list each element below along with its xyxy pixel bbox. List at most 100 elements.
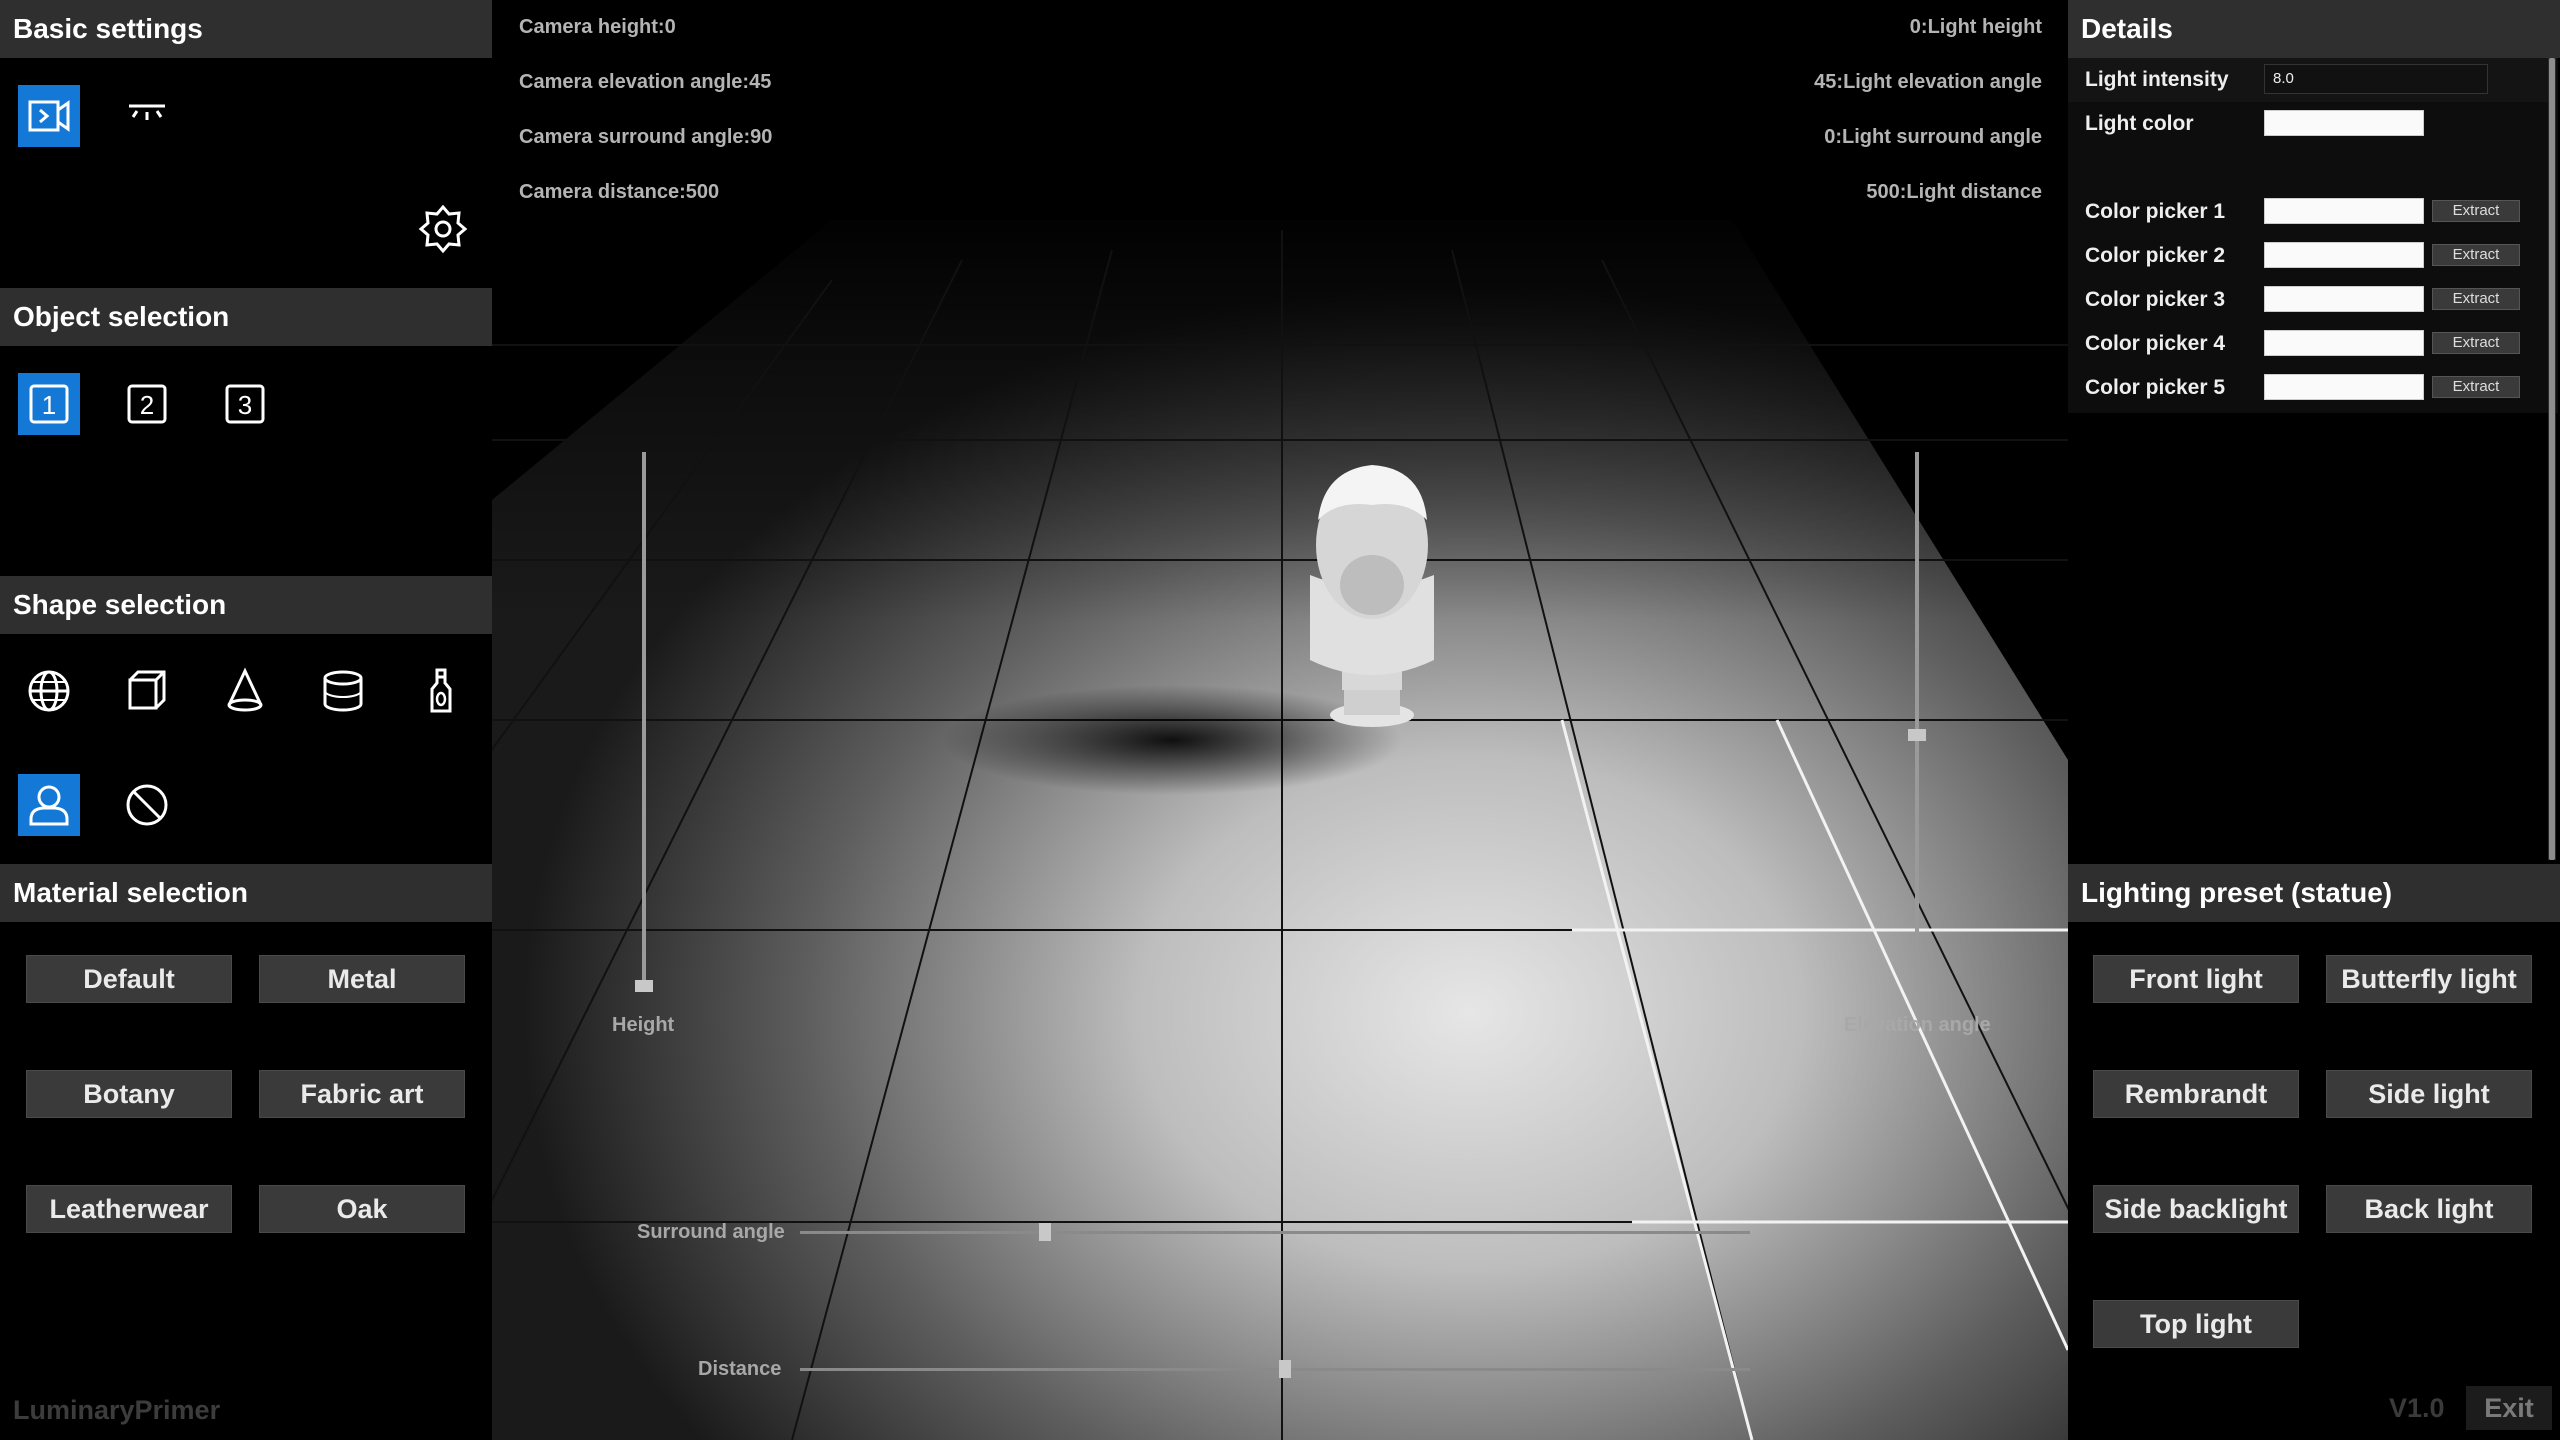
material-default-button[interactable]: Default <box>26 955 232 1003</box>
color-picker-3-extract-button[interactable]: Extract <box>2432 288 2520 310</box>
cube-icon <box>128 670 166 710</box>
left-panel: Basic settings Object selection 1 2 3 Sh… <box>0 0 492 1440</box>
height-slider-label: Height <box>612 1014 675 1036</box>
right-panel: Details Light intensity 8.0 Light color … <box>2068 0 2560 1440</box>
shape-none-button[interactable] <box>116 774 178 836</box>
light-surround-readout: 0:Light surround angle <box>1824 126 2042 148</box>
color-picker-5-swatch[interactable] <box>2264 374 2424 400</box>
distance-slider-label: Distance <box>698 1358 782 1380</box>
light-intensity-label: Light intensity <box>2085 68 2229 91</box>
preset-back-light-button[interactable]: Back light <box>2326 1185 2532 1233</box>
details-scrollbar-thumb[interactable] <box>2549 58 2555 860</box>
object-1-button[interactable]: 1 <box>18 373 80 435</box>
color-picker-row: Color picker 1 Extract <box>2068 190 2548 234</box>
brand-name: LuminaryPrimer <box>13 1395 221 1425</box>
preset-side-light-button[interactable]: Side light <box>2326 1070 2532 1118</box>
3d-viewport[interactable]: Camera height:0 Camera elevation angle:4… <box>492 0 2068 1440</box>
color-picker-4-label: Color picker 4 <box>2085 332 2226 355</box>
shape-bottle-button[interactable] <box>410 660 472 722</box>
light-color-row: Light color <box>2068 102 2548 146</box>
light-intensity-row: Light intensity 8.0 <box>2068 58 2548 102</box>
color-picker-5-label: Color picker 5 <box>2085 376 2226 399</box>
preset-rembrandt-button[interactable]: Rembrandt <box>2093 1070 2299 1118</box>
shape-sphere-button[interactable] <box>18 660 80 722</box>
light-mode-button[interactable] <box>116 85 178 147</box>
height-slider-track[interactable] <box>642 452 646 992</box>
shape-cylinder-button[interactable] <box>312 660 374 722</box>
color-picker-2-extract-button[interactable]: Extract <box>2432 244 2520 266</box>
svg-text:2: 2 <box>140 390 154 420</box>
camera-height-readout: Camera height:0 <box>519 16 676 38</box>
elevation-slider-track[interactable] <box>1915 452 1919 992</box>
shape-cube-button[interactable] <box>116 660 178 722</box>
light-color-label: Light color <box>2085 112 2194 135</box>
details-header: Details <box>2068 0 2560 58</box>
cylinder-icon <box>323 670 363 712</box>
lighting-preset-header: Lighting preset (statue) <box>2068 864 2560 922</box>
surround-slider-label: Surround angle <box>637 1221 785 1243</box>
preset-front-light-button[interactable]: Front light <box>2093 955 2299 1003</box>
distance-slider-track[interactable] <box>800 1368 1750 1371</box>
material-metal-button[interactable]: Metal <box>259 955 465 1003</box>
camera-distance-readout: Camera distance:500 <box>519 181 720 203</box>
color-picker-row: Color picker 4 Extract <box>2068 322 2548 366</box>
preset-butterfly-light-button[interactable]: Butterfly light <box>2326 955 2532 1003</box>
light-distance-readout: 500:Light distance <box>1866 181 2042 203</box>
distance-slider-thumb[interactable] <box>1279 1360 1291 1378</box>
details-scrollbar[interactable] <box>2548 58 2556 860</box>
color-picker-4-swatch[interactable] <box>2264 330 2424 356</box>
elevation-slider-label: Elevation angle <box>1844 1014 1991 1036</box>
color-picker-1-label: Color picker 1 <box>2085 200 2226 223</box>
material-selection-header: Material selection <box>0 864 492 922</box>
bottle-icon <box>430 668 452 713</box>
gear-icon <box>418 204 468 254</box>
svg-text:3: 3 <box>238 390 252 420</box>
object-3-button[interactable]: 3 <box>214 373 276 435</box>
color-picker-row: Color picker 2 Extract <box>2068 234 2548 278</box>
settings-button[interactable] <box>412 198 474 260</box>
shape-selection-header: Shape selection <box>0 576 492 634</box>
color-picker-row: Color picker 3 Extract <box>2068 278 2548 322</box>
svg-text:1: 1 <box>42 390 56 420</box>
material-oak-button[interactable]: Oak <box>259 1185 465 1233</box>
object-2-icon: 2 <box>127 384 167 424</box>
surround-slider-thumb[interactable] <box>1039 1223 1051 1241</box>
object-3-icon: 3 <box>225 384 265 424</box>
color-picker-1-extract-button[interactable]: Extract <box>2432 200 2520 222</box>
basic-settings-header: Basic settings <box>0 0 492 58</box>
none-icon <box>126 784 168 826</box>
elevation-slider-thumb[interactable] <box>1908 729 1926 741</box>
light-intensity-input[interactable]: 8.0 <box>2264 64 2488 94</box>
bust-icon <box>29 785 69 826</box>
version-label: V1.0 <box>2389 1393 2445 1423</box>
color-picker-4-extract-button[interactable]: Extract <box>2432 332 2520 354</box>
color-picker-3-swatch[interactable] <box>2264 286 2424 312</box>
shape-bust-button[interactable] <box>18 774 80 836</box>
shape-cone-button[interactable] <box>214 660 276 722</box>
color-picker-2-label: Color picker 2 <box>2085 244 2226 267</box>
color-picker-1-swatch[interactable] <box>2264 198 2424 224</box>
preset-top-light-button[interactable]: Top light <box>2093 1300 2299 1348</box>
object-1-icon: 1 <box>29 384 69 424</box>
surround-slider-track[interactable] <box>800 1231 1750 1234</box>
app-window: Basic settings Object selection 1 2 3 Sh… <box>0 0 2560 1440</box>
exit-button[interactable]: Exit <box>2466 1386 2552 1430</box>
light-color-swatch[interactable] <box>2264 110 2424 136</box>
color-picker-2-swatch[interactable] <box>2264 242 2424 268</box>
material-fabric-art-button[interactable]: Fabric art <box>259 1070 465 1118</box>
sphere-icon <box>28 670 70 712</box>
color-picker-row: Color picker 5 Extract <box>2068 366 2548 410</box>
light-mode-icon <box>129 104 165 120</box>
object-selection-header: Object selection <box>0 288 492 346</box>
height-slider-thumb[interactable] <box>635 980 653 992</box>
light-elevation-readout: 45:Light elevation angle <box>1814 71 2042 93</box>
camera-elevation-readout: Camera elevation angle:45 <box>519 71 772 93</box>
object-2-button[interactable]: 2 <box>116 373 178 435</box>
statue-shadow <box>942 685 1402 795</box>
cone-icon <box>227 667 263 712</box>
material-botany-button[interactable]: Botany <box>26 1070 232 1118</box>
material-leatherwear-button[interactable]: Leatherwear <box>26 1185 232 1233</box>
color-picker-5-extract-button[interactable]: Extract <box>2432 376 2520 398</box>
preset-side-backlight-button[interactable]: Side backlight <box>2093 1185 2299 1233</box>
camera-mode-button[interactable] <box>18 85 80 147</box>
